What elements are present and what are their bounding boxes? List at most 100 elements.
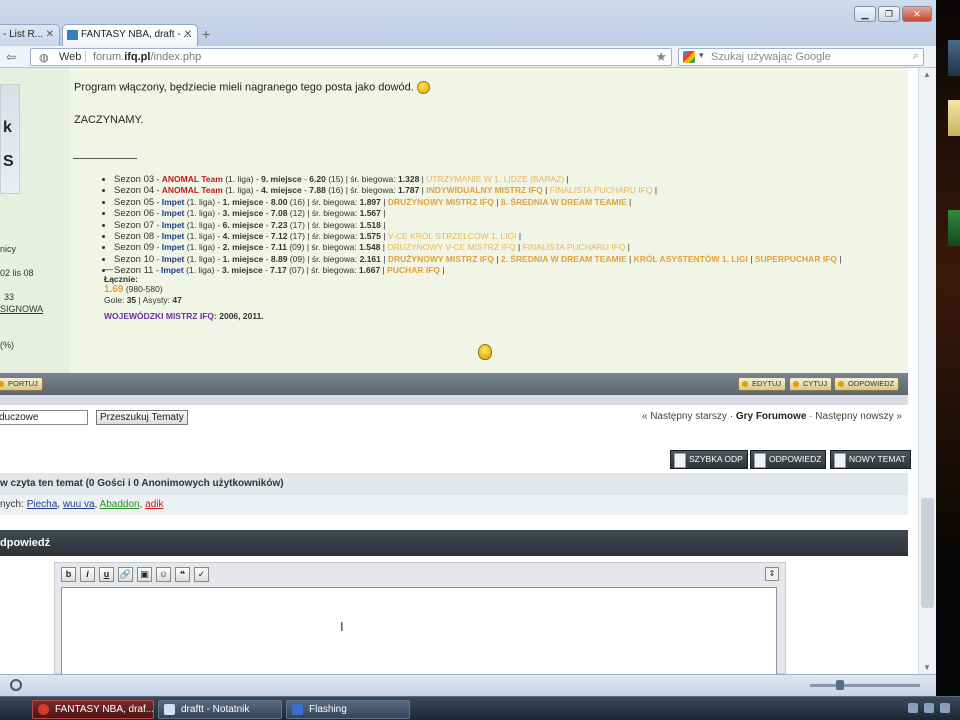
user-link[interactable]: Abaddon <box>100 499 140 510</box>
award-label: FINALISTA PUCHARU IFQ <box>522 242 626 253</box>
desktop-shortcut-icon[interactable] <box>948 210 960 246</box>
italic-button[interactable]: i <box>80 567 95 582</box>
window-controls: ▁ ❐ ✕ <box>854 6 932 22</box>
reply-header: dpowiedź <box>0 530 908 556</box>
notepad-icon <box>164 704 175 715</box>
post-author-panel: k S nicy 02 lis 08 33 SIGNOWA (%) <box>0 68 70 373</box>
tray-icon[interactable] <box>940 703 950 713</box>
bold-button[interactable]: b <box>61 567 76 582</box>
user-link[interactable]: Piecha <box>27 499 58 510</box>
report-button[interactable]: PORTUJ <box>0 377 43 391</box>
edit-button[interactable]: EDYTUJ <box>738 377 787 391</box>
team-name: Impet <box>161 219 185 230</box>
totals-block: Łącznie: 1.69 (980-580) Gole: 35 | Asyst… <box>104 274 182 305</box>
season-item: Sezon 11 - Impet (1. liga) - 3. miejsce … <box>114 265 842 276</box>
close-icon[interactable]: ✕ <box>902 6 932 22</box>
season-item: Sezon 07 - Impet (1. liga) - 6. miejsce … <box>114 220 842 231</box>
tab-close-icon[interactable]: ✕ <box>46 29 54 40</box>
quick-reply-button[interactable]: SZYBKA ODP <box>670 450 748 469</box>
tray-icon[interactable] <box>908 703 918 713</box>
topic-search-row: duczowe Przeszukuj Tematy « Następny sta… <box>0 405 908 433</box>
new-tab-icon[interactable]: + <box>202 26 210 42</box>
season-item: Sezon 10 - Impet (1. liga) - 1. miejsce … <box>114 254 842 265</box>
vertical-scrollbar[interactable]: ▲ ▼ <box>918 68 936 674</box>
taskbar-item-browser[interactable]: FANTASY NBA, draf... <box>32 700 154 719</box>
reply-editor: b i u 🔗 ▣ ☺ ❝ ✓ ⇕ <box>54 562 786 674</box>
url-text: forum.ifq.pl/index.php <box>93 51 202 63</box>
reply-post-button[interactable]: ODPOWIEDZ <box>834 377 900 391</box>
link-icon[interactable]: 🔗 <box>118 567 133 582</box>
award-label: INDYWIDUALNY MISTRZ IFQ <box>426 185 543 196</box>
system-tray <box>908 703 950 713</box>
team-name: Impet <box>161 196 185 207</box>
forum-link[interactable]: Gry Forumowe <box>736 411 807 422</box>
status-icon <box>10 679 22 691</box>
emoticon-icon[interactable]: ☺ <box>156 567 171 582</box>
google-icon <box>683 51 695 63</box>
season-item: Sezon 05 - Impet (1. liga) - 1. miejsce … <box>114 197 842 208</box>
expand-icon[interactable]: ⇕ <box>765 567 779 581</box>
taskbar-item-notepad[interactable]: draftt - Notatnik <box>158 700 282 719</box>
tab-list[interactable]: - List R... ✕ <box>0 24 60 46</box>
desktop-note-icon[interactable] <box>948 100 960 136</box>
spellcheck-icon[interactable]: ✓ <box>194 567 209 582</box>
zoom-slider[interactable] <box>810 680 920 690</box>
editor-toolbar: b i u 🔗 ▣ ☺ ❝ ✓ <box>61 567 209 582</box>
post-start-text: ZACZYNAMY. <box>74 114 144 126</box>
season-item: Sezon 09 - Impet (1. liga) - 2. miejsce … <box>114 242 842 253</box>
flashing-icon <box>292 704 303 715</box>
quote-button[interactable]: CYTUJ <box>789 377 833 391</box>
season-item: Sezon 08 - Impet (1. liga) - 4. miejsce … <box>114 231 842 242</box>
tab-fantasy-nba[interactable]: FANTASY NBA, draft - ... ✕ <box>62 24 198 46</box>
taskbar-item-flashing[interactable]: Flashing <box>286 700 410 719</box>
tab-close-icon[interactable]: ✕ <box>184 29 192 40</box>
scroll-down-icon[interactable]: ▼ <box>923 663 931 672</box>
image-icon[interactable]: ▣ <box>137 567 152 582</box>
scrollbar-thumb[interactable] <box>921 498 934 608</box>
underline-button[interactable]: u <box>99 567 114 582</box>
award-label: UTRZYMANIE W 1. LIDZE (BARAŻ) <box>426 174 565 184</box>
chick-icon <box>478 344 492 360</box>
signature-divider <box>73 158 137 159</box>
author-meta: nicy <box>0 244 17 254</box>
search-icon[interactable]: ⌕ <box>913 50 919 63</box>
search-topics-input[interactable]: duczowe <box>0 410 88 425</box>
tab-fantasy-nba-label: FANTASY NBA, draft - ... <box>81 29 192 40</box>
season-list: Sezon 03 - ANOMAL Team (1. liga) - 9. mi… <box>104 174 842 277</box>
viewers-list: nych: Piecha, wuu va, Abaddon, adik <box>0 495 908 515</box>
season-item: Sezon 04 - ANOMAL Team (1. liga) - 4. mi… <box>114 185 842 196</box>
avatar-letter: k <box>3 119 12 136</box>
award-label: SUPERPUCHAR IFQ <box>754 253 837 264</box>
quote-icon[interactable]: ❝ <box>175 567 190 582</box>
signature-dash: — <box>104 264 113 274</box>
season-item: Sezon 06 - Impet (1. liga) - 3. miejsce … <box>114 208 842 219</box>
season-item: Sezon 03 - ANOMAL Team (1. liga) - 9. mi… <box>114 174 842 185</box>
minimize-icon[interactable]: ▁ <box>854 6 876 22</box>
award-label: 2. ŚREDNIA W DREAM TEAMIE <box>500 253 627 264</box>
scroll-up-icon[interactable]: ▲ <box>923 70 931 79</box>
award-label: DRUŻYNOWY MISTRZ IFQ <box>387 253 494 264</box>
award-label: KRÓL ASYSTENTÓW 1. LIGI <box>633 253 748 264</box>
web-page: k S nicy 02 lis 08 33 SIGNOWA (%) Progra… <box>0 68 918 674</box>
author-link[interactable]: SIGNOWA <box>0 304 43 314</box>
new-topic-button[interactable]: NOWY TEMAT <box>830 450 911 469</box>
address-bar[interactable]: ◍ Web forum.ifq.pl/index.php ★ <box>30 48 672 66</box>
reply-textarea[interactable] <box>61 587 777 674</box>
back-arrow-icon[interactable]: ⇦ <box>6 50 16 64</box>
tray-icon[interactable] <box>924 703 934 713</box>
restore-icon[interactable]: ❐ <box>878 6 900 22</box>
next-topic-link[interactable]: Następny nowszy » <box>815 411 902 422</box>
desktop-shortcut-icon[interactable] <box>948 40 960 76</box>
user-link[interactable]: wuu va <box>63 499 95 510</box>
search-box[interactable]: ▾ Szukaj używając Google ⌕ <box>678 48 924 66</box>
award-label: DRUŻYNOWY V-CE MISTRZ IFQ <box>387 242 516 253</box>
prev-topic-link[interactable]: « Następny starszy <box>642 411 727 422</box>
bookmark-star-icon[interactable]: ★ <box>655 49 667 65</box>
zoom-knob[interactable] <box>836 680 844 690</box>
avatar-letter: S <box>3 153 14 170</box>
chevron-down-icon[interactable]: ▾ <box>699 50 704 61</box>
globe-icon: ◍ <box>39 52 49 64</box>
search-topics-button[interactable]: Przeszukuj Tematy <box>96 410 188 425</box>
user-link[interactable]: adik <box>145 499 163 510</box>
reply-button[interactable]: ODPOWIEDZ <box>750 450 827 469</box>
